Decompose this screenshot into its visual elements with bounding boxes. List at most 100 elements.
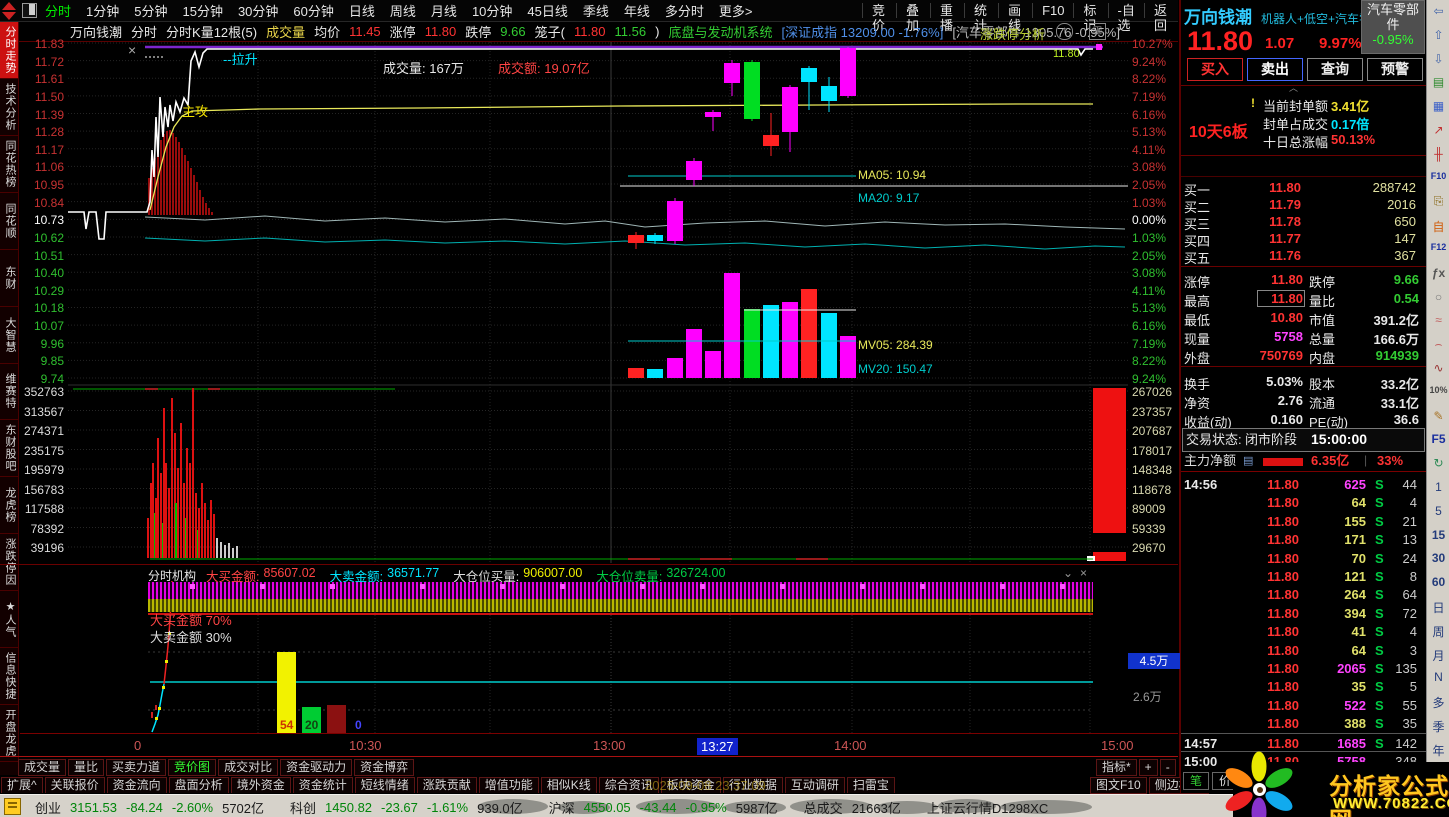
toolbar-F10[interactable]: F10 [1032,3,1073,18]
tab-control--[interactable]: - [1159,759,1176,776]
toolbar--自选[interactable]: -自选 [1107,3,1145,33]
f10-icon[interactable]: F10 [1427,171,1449,181]
period-5-button[interactable]: 5 [1427,504,1449,518]
tab-资金博弈[interactable]: 资金博弈 [354,759,415,776]
tab-成交对比[interactable]: 成交对比 [218,759,279,776]
down-icon[interactable]: ⇩ [1427,52,1449,66]
menu-item-分时[interactable]: 分时 [45,1,71,20]
menu-item-5分钟[interactable]: 5分钟 [134,1,167,20]
collapse-handle-icon[interactable]: ︿ [1289,83,1298,94]
menu-item-多分时[interactable]: 多分时 [665,1,704,20]
transaction-row[interactable]: 14:57 11.80 1685 S 142 [1181,732,1426,752]
transaction-row[interactable]: 11.80 35 S 5 [1181,677,1426,695]
menu-item-季线[interactable]: 季线 [583,1,609,20]
wave-icon[interactable]: ≈ [1427,313,1449,327]
tab-盘面分析[interactable]: 盘面分析 [168,777,229,793]
period-month-button[interactable]: 月 [1427,647,1449,664]
tab-资金驱动力[interactable]: 资金驱动力 [280,759,353,776]
transaction-row[interactable]: 11.80 394 S 72 [1181,604,1426,622]
stock-name[interactable]: 万向钱潮 [1184,8,1252,28]
transaction-row[interactable]: 11.80 171 S 13 [1181,530,1426,548]
toolbar-重播[interactable]: 重播 [930,3,964,33]
tab-成交量[interactable]: 成交量 [18,759,67,776]
menu-item-10分钟[interactable]: 10分钟 [472,1,512,20]
arrow-up-circle-icon[interactable]: ↑ [1056,23,1073,40]
site-url[interactable]: WWW.70822.COM [1333,795,1449,812]
button-查询[interactable]: 查询 [1307,58,1363,81]
menu-item-更多>[interactable]: 更多> [719,1,753,20]
kline-icon[interactable]: ╫ [1427,147,1449,161]
tab-短线情绪[interactable]: 短线情绪 [354,777,415,793]
transaction-row[interactable]: 11.80 2065 S 135 [1181,659,1426,677]
tab-资金流向[interactable]: 资金流向 [106,777,167,793]
mini-tab-笔[interactable]: 笔 [1183,772,1209,790]
toolbar-画线[interactable]: 画线 [998,3,1032,33]
toolbar-返回[interactable]: 返回 [1144,3,1178,33]
period-1-button[interactable]: 1 [1427,480,1449,494]
menu-item-年线[interactable]: 年线 [624,1,650,20]
window-icon[interactable] [22,3,37,18]
transaction-row[interactable]: 11.80 264 S 64 [1181,585,1426,603]
intraday-chart-region[interactable] [0,42,1178,757]
back-icon[interactable]: ⇦ [1427,4,1449,18]
period-year-button[interactable]: 年 [1427,742,1449,759]
toolbar-标记[interactable]: 标记 [1073,3,1107,33]
period-day-button[interactable]: 日 [1427,599,1449,616]
menu-item-45日线[interactable]: 45日线 [527,1,567,20]
transaction-row[interactable]: 11.80 155 S 21 [1181,512,1426,530]
percent-icon[interactable]: 10% [1427,385,1449,395]
period-15-button[interactable]: 15 [1427,528,1449,542]
menu-item-月线[interactable]: 月线 [431,1,457,20]
formula-icon[interactable]: ƒx [1427,266,1449,280]
tab-control-图文F10[interactable]: 图文F10 [1090,777,1147,794]
transaction-row[interactable]: 11.80 522 S 55 [1181,696,1426,714]
transaction-row[interactable]: 11.80 70 S 24 [1181,549,1426,567]
menu-item-1分钟[interactable]: 1分钟 [86,1,119,20]
period-60-button[interactable]: 60 [1427,575,1449,589]
panel-toggle-icon[interactable]: ◫ [1089,23,1106,40]
toolbar-竞价[interactable]: 竞价 [862,3,896,33]
circle-icon[interactable]: ○ [1427,290,1449,304]
tab-扩展^[interactable]: 扩展^ [1,777,43,793]
tab-扫雷宝[interactable]: 扫雷宝 [846,777,895,793]
scroll-up-icon[interactable] [2,2,16,20]
transaction-row[interactable]: 11.80 41 S 4 [1181,622,1426,640]
chart-close-icon[interactable]: × [128,42,136,58]
list-icon[interactable]: ▤ [1243,455,1253,467]
f12-icon[interactable]: F12 [1427,242,1449,252]
tab-涨跌贡献[interactable]: 涨跌贡献 [416,777,477,793]
tab-买卖力道[interactable]: 买卖力道 [106,759,167,776]
arc-icon[interactable]: ⌢ [1427,337,1449,352]
trend-icon[interactable]: ↗ [1427,123,1449,137]
tab-量比[interactable]: 量比 [68,759,105,776]
menu-item-15分钟[interactable]: 15分钟 [182,1,222,20]
f5-icon[interactable]: F5 [1427,432,1449,446]
pencil-icon[interactable]: ✎ [1427,409,1449,423]
button-买入[interactable]: 买入 [1187,58,1243,81]
transaction-row[interactable]: 14:56 11.80 625 S 44 [1181,475,1426,493]
button-卖出[interactable]: 卖出 [1247,58,1303,81]
collapse-icon[interactable]: ⌄ [1063,566,1073,580]
tab-control-+[interactable]: + [1138,759,1158,776]
refresh-icon[interactable]: ↻ [1427,456,1449,470]
quote-table-icon[interactable]: ▦ [1427,99,1449,113]
tab-资金统计[interactable]: 资金统计 [292,777,353,793]
tab-竞价图[interactable]: 竞价图 [168,759,217,776]
period-week-button[interactable]: 周 [1427,623,1449,640]
tab-control-指标*[interactable]: 指标* [1096,759,1137,776]
period-quarter-button[interactable]: 季 [1427,718,1449,735]
tab-互动调研[interactable]: 互动调研 [784,777,845,793]
transaction-row[interactable]: 11.80 388 S 35 [1181,714,1426,732]
menu-item-日线[interactable]: 日线 [349,1,375,20]
copy-icon[interactable]: ⎘ [1427,194,1449,209]
menu-item-60分钟[interactable]: 60分钟 [293,1,333,20]
toolbar-叠加[interactable]: 叠加 [896,3,930,33]
transaction-row[interactable]: 11.80 121 S 8 [1181,567,1426,585]
period-30-button[interactable]: 30 [1427,551,1449,565]
menu-item-30分钟[interactable]: 30分钟 [238,1,278,20]
tab-关联报价[interactable]: 关联报价 [44,777,105,793]
close-subpanel-icon[interactable]: × [1080,566,1087,580]
tab-相似K线[interactable]: 相似K线 [540,777,597,793]
curve-icon[interactable]: ∿ [1427,361,1449,375]
custom-stock-icon[interactable]: 自 [1427,218,1449,235]
